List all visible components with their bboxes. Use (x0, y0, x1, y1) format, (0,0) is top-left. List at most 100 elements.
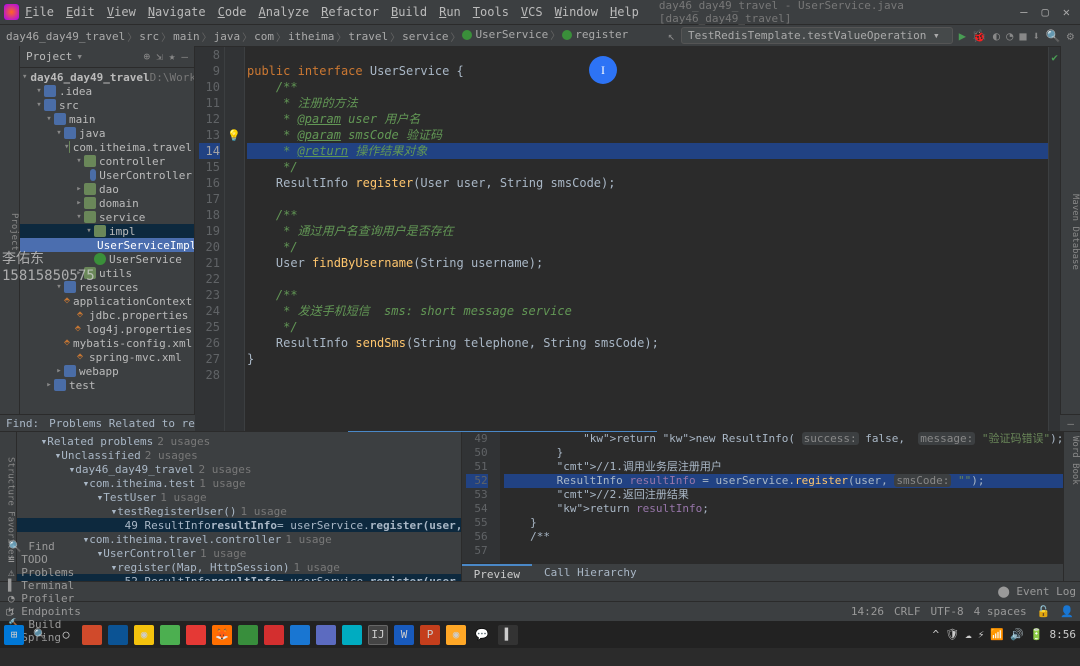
find-hide-icon[interactable]: — (1067, 417, 1074, 430)
tool-endpoints-button[interactable]: ↯ Endpoints (4, 605, 85, 618)
inspection-icon[interactable]: 👤 (1060, 605, 1074, 618)
expand-all-icon[interactable]: ⇲ (156, 50, 163, 63)
event-log-button[interactable]: ⬤ Event Log (997, 585, 1076, 598)
tree-item[interactable]: UserService (20, 252, 194, 266)
firefox-icon[interactable]: 🦊 (212, 625, 232, 645)
menu-view[interactable]: View (107, 5, 136, 19)
tree-item[interactable]: ▸webapp (20, 364, 194, 378)
breadcrumb-item[interactable]: itheima (288, 29, 348, 44)
tree-item[interactable]: ▾src (20, 98, 194, 112)
indent-config[interactable]: 4 spaces (974, 605, 1027, 618)
typora-icon[interactable] (290, 625, 310, 645)
tree-item[interactable]: ⬘spring-mvc.xml (20, 350, 194, 364)
minimize-icon[interactable]: — (1020, 5, 1027, 19)
tray-icon[interactable]: 📶 (990, 628, 1004, 641)
app-icon[interactable] (342, 625, 362, 645)
app-icon[interactable]: 💬 (472, 625, 492, 645)
cortana-icon[interactable]: ◯ (56, 625, 76, 645)
caret-position[interactable]: 14:26 (851, 605, 884, 618)
tree-item[interactable]: ▾main (20, 112, 194, 126)
line-separator[interactable]: CRLF (894, 605, 921, 618)
breadcrumb-item[interactable]: day46_day49_travel (6, 29, 139, 44)
preview-source[interactable]: "kw">return "kw">new ResultInfo( success… (500, 432, 1064, 563)
hide-icon[interactable]: — (181, 50, 188, 63)
menu-build[interactable]: Build (391, 5, 427, 19)
find-result-item[interactable]: 49 ResultInfo resultInfo = userService.r… (17, 518, 461, 532)
breadcrumb-item[interactable]: service (402, 29, 462, 44)
menu-vcs[interactable]: VCS (521, 5, 543, 19)
app-icon[interactable] (316, 625, 336, 645)
tree-item[interactable]: ▾com.itheima.travel (20, 140, 194, 154)
find-result-item[interactable]: ▾day46_day49_travel2 usages (17, 462, 461, 476)
breadcrumb-item[interactable]: main (173, 29, 214, 44)
tree-item[interactable]: ▸test (20, 378, 194, 392)
tool-find-button[interactable]: 🔍 Find (4, 540, 85, 553)
run-icon[interactable]: ▶ (959, 29, 966, 43)
app-icon[interactable] (186, 625, 206, 645)
tray-icon[interactable]: 🔋 (1030, 628, 1044, 641)
app-icon[interactable] (108, 625, 128, 645)
search-everywhere-icon[interactable]: 🔍 (1046, 29, 1061, 43)
maximize-icon[interactable]: ▢ (1042, 5, 1049, 19)
app-icon[interactable]: ◉ (446, 625, 466, 645)
debug-icon[interactable]: 🐞 (972, 29, 987, 43)
tree-item[interactable]: ⬘applicationContext.xml (20, 294, 194, 308)
readonly-icon[interactable]: 🔓 (1037, 605, 1051, 618)
preview-tabs[interactable]: PreviewCall Hierarchy (462, 563, 1064, 581)
ppt-icon[interactable]: P (420, 625, 440, 645)
project-tree[interactable]: ▾day46_day49_travel D:\WorkSpace\d...▾.i… (20, 68, 194, 394)
tree-item[interactable]: ▾service (20, 210, 194, 224)
tree-item[interactable]: ⬘log4j.properties (20, 322, 194, 336)
chrome-icon[interactable]: ◉ (134, 625, 154, 645)
preview-tab[interactable]: Call Hierarchy (532, 564, 649, 581)
tree-item[interactable]: ▸dao (20, 182, 194, 196)
left-tool-gutter[interactable]: Project (0, 46, 20, 414)
bulb-icon[interactable]: 💡 (227, 129, 241, 142)
menu-analyze[interactable]: Analyze (259, 5, 310, 19)
search-icon[interactable]: 🔍 (30, 625, 50, 645)
select-opened-icon[interactable]: ⊕ (144, 50, 151, 63)
tree-item[interactable]: ⬘jdbc.properties (20, 308, 194, 322)
tree-item[interactable]: ▾impl (20, 224, 194, 238)
tree-item[interactable]: UserController (20, 168, 194, 182)
ide-settings-icon[interactable]: ⚙ (1067, 29, 1074, 43)
menu-help[interactable]: Help (610, 5, 639, 19)
menu-navigate[interactable]: Navigate (148, 5, 206, 19)
coverage-icon[interactable]: ◐ (993, 29, 1000, 43)
breadcrumb-item[interactable]: travel (348, 29, 402, 44)
find-result-item[interactable]: ▾Unclassified2 usages (17, 448, 461, 462)
right-bottom-gutter[interactable]: Word Book (1063, 432, 1080, 581)
app-icon[interactable] (82, 625, 102, 645)
find-result-item[interactable]: ▾Related problems2 usages (17, 434, 461, 448)
tree-item[interactable]: ▾java (20, 126, 194, 140)
breadcrumb-item[interactable]: com (254, 29, 288, 44)
breadcrumb-item[interactable]: java (214, 29, 255, 44)
tool-problems-button[interactable]: ⚠ Problems (4, 566, 85, 579)
intellij-icon[interactable]: IJ (368, 625, 388, 645)
tool-terminal-button[interactable]: ▌ Terminal (4, 579, 85, 592)
tree-item[interactable]: ▸domain (20, 196, 194, 210)
menu-window[interactable]: Window (555, 5, 598, 19)
run-config-dropdown[interactable]: TestRedisTemplate.testValueOperation ▾ (681, 27, 953, 44)
tray-icon[interactable]: 🛡 (945, 628, 959, 641)
tool-profiler-button[interactable]: ◔ Profiler (4, 592, 85, 605)
menu-refactor[interactable]: Refactor (321, 5, 379, 19)
profile-icon[interactable]: ◔ (1006, 29, 1013, 43)
bottom-toolbar[interactable]: 🔍 Find≡ TODO⚠ Problems▌ Terminal◔ Profil… (0, 581, 1080, 601)
file-encoding[interactable]: UTF-8 (930, 605, 963, 618)
source-code[interactable]: public interface UserService { /** * 注册的… (245, 47, 1048, 431)
tray-chevron-icon[interactable]: ^ (933, 628, 940, 641)
app-icon[interactable] (264, 625, 284, 645)
menu-tools[interactable]: Tools (473, 5, 509, 19)
tree-item[interactable]: ▾controller (20, 154, 194, 168)
menu-file[interactable]: File (25, 5, 54, 19)
menu-run[interactable]: Run (439, 5, 461, 19)
menu-edit[interactable]: Edit (66, 5, 95, 19)
menu-code[interactable]: Code (218, 5, 247, 19)
word-icon[interactable]: W (394, 625, 414, 645)
preview-tab[interactable]: Preview (462, 564, 532, 581)
breadcrumb-item[interactable]: src (139, 29, 173, 44)
status-indicator-icon[interactable]: ▢ (6, 605, 13, 618)
breadcrumb-item[interactable]: register (562, 28, 632, 41)
wechat-icon[interactable] (160, 625, 180, 645)
